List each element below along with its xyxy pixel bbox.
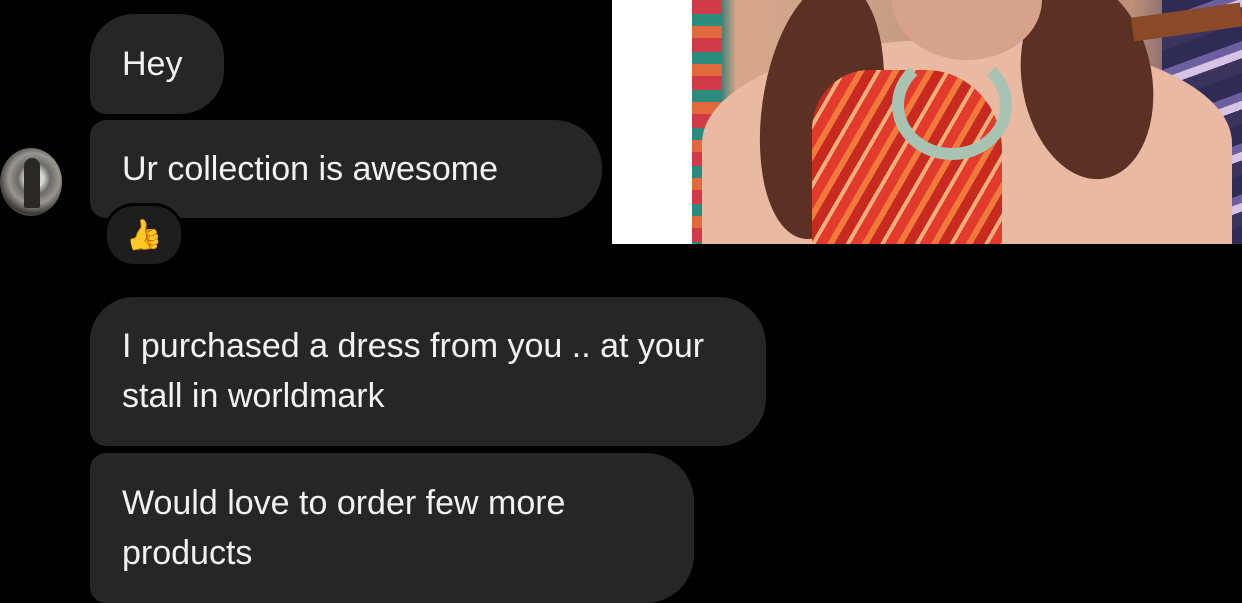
- message-text: Ur collection is awesome: [122, 150, 499, 188]
- message-bubble[interactable]: I purchased a dress from you .. at your …: [90, 297, 766, 446]
- message-text: I purchased a dress from you .. at your …: [122, 327, 705, 415]
- message-bubble[interactable]: Would love to order few more products: [90, 453, 694, 603]
- sender-avatar[interactable]: [0, 148, 62, 216]
- woman-photo: [692, 0, 1242, 244]
- photo-overlay: [612, 0, 1242, 244]
- reaction-badge[interactable]: 👍: [104, 203, 184, 267]
- message-bubble[interactable]: Ur collection is awesome: [90, 120, 602, 218]
- message-text: Hey: [122, 45, 183, 83]
- necklace: [892, 50, 1012, 160]
- thumbs-up-icon: 👍: [122, 214, 166, 256]
- message-text: Would love to order few more products: [122, 484, 566, 572]
- message-bubble[interactable]: Hey: [90, 14, 224, 114]
